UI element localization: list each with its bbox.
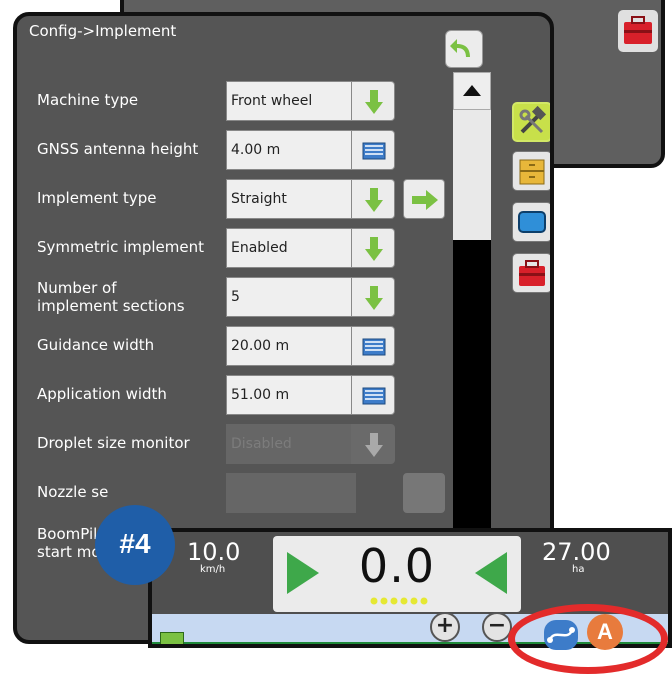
implement-type-value[interactable]: Straight bbox=[226, 179, 356, 219]
application-width-value[interactable]: 51.00 m bbox=[226, 375, 356, 415]
application-width-keyboard-button[interactable] bbox=[351, 375, 395, 415]
down-arrow-icon bbox=[365, 433, 383, 457]
row-label-line1: Number of bbox=[37, 279, 117, 297]
machine-type-dropdown-button[interactable] bbox=[351, 81, 395, 121]
zoom-in-button[interactable]: + bbox=[430, 612, 460, 642]
back-arrow-icon bbox=[450, 39, 470, 57]
row-label: Implement type bbox=[37, 189, 157, 207]
back-button[interactable] bbox=[445, 30, 483, 68]
row-nozzle-selection: Nozzle se bbox=[17, 471, 457, 515]
toolbox-button[interactable] bbox=[512, 253, 550, 293]
droplet-size-monitor-value: Disabled bbox=[226, 424, 356, 464]
up-triangle-icon bbox=[463, 85, 481, 96]
row-gnss-antenna-height: GNSS antenna height 4.00 m bbox=[17, 128, 457, 172]
speed-unit: km/h bbox=[200, 564, 226, 575]
tools-button[interactable] bbox=[512, 102, 550, 142]
screen-icon bbox=[518, 211, 546, 233]
row-application-width: Application width 51.00 m bbox=[17, 373, 457, 417]
gnss-antenna-height-keyboard-button[interactable] bbox=[351, 130, 395, 170]
lightbar: 0.0 bbox=[273, 536, 521, 612]
row-label: Droplet size monitor bbox=[37, 434, 190, 452]
guidance-width-keyboard-button[interactable] bbox=[351, 326, 395, 366]
implement-type-next-button[interactable] bbox=[403, 179, 445, 219]
row-label: Guidance width bbox=[37, 336, 155, 354]
speed-value: 10.0 bbox=[187, 538, 241, 566]
file-cabinet-icon bbox=[519, 159, 545, 185]
row-symmetric-implement: Symmetric implement Enabled bbox=[17, 226, 457, 270]
scrollbar-thumb[interactable] bbox=[453, 90, 491, 240]
steer-left-icon bbox=[475, 552, 507, 594]
row-droplet-size-monitor: Droplet size monitor Disabled bbox=[17, 422, 457, 466]
guidance-width-value[interactable]: 20.00 m bbox=[226, 326, 356, 366]
nozzle-selection-next-button bbox=[403, 473, 445, 513]
down-arrow-icon bbox=[365, 286, 383, 310]
area-unit: ha bbox=[572, 564, 585, 575]
machine-type-value[interactable]: Front wheel bbox=[226, 81, 356, 121]
down-arrow-icon bbox=[365, 90, 383, 114]
callout-badge: #4 bbox=[95, 505, 175, 585]
keyboard-icon bbox=[362, 387, 386, 405]
scroll-up-button[interactable] bbox=[453, 72, 491, 110]
gnss-antenna-height-value[interactable]: 4.00 m bbox=[226, 130, 356, 170]
down-arrow-icon bbox=[365, 188, 383, 212]
data-button[interactable] bbox=[512, 151, 550, 191]
lightbar-leds bbox=[370, 597, 428, 605]
implement-type-dropdown-button[interactable] bbox=[351, 179, 395, 219]
right-arrow-icon bbox=[412, 190, 438, 210]
toolbox-button-background[interactable] bbox=[618, 10, 658, 52]
toolbox-icon bbox=[519, 260, 545, 286]
nozzle-selection-value bbox=[226, 473, 356, 513]
down-arrow-icon bbox=[365, 237, 383, 261]
row-label: GNSS antenna height bbox=[37, 140, 199, 158]
row-number-of-implement-sections: Number of implement sections 5 bbox=[17, 275, 457, 319]
row-guidance-width: Guidance width 20.00 m bbox=[17, 324, 457, 368]
row-label: Symmetric implement bbox=[37, 238, 205, 256]
row-label-line2: implement sections bbox=[37, 297, 185, 315]
droplet-size-monitor-dropdown-button bbox=[351, 424, 395, 464]
row-label: Nozzle se bbox=[37, 483, 109, 501]
symmetric-implement-dropdown-button[interactable] bbox=[351, 228, 395, 268]
keyboard-icon bbox=[362, 338, 386, 356]
symmetric-implement-value[interactable]: Enabled bbox=[226, 228, 356, 268]
implement-sections-dropdown-button[interactable] bbox=[351, 277, 395, 317]
hammer-wrench-icon bbox=[519, 105, 547, 134]
implement-sections-value[interactable]: 5 bbox=[226, 277, 356, 317]
keyboard-icon bbox=[362, 142, 386, 160]
row-label: Number of implement sections bbox=[37, 279, 185, 315]
row-label: Application width bbox=[37, 385, 167, 403]
page-title: Config->Implement bbox=[29, 22, 177, 40]
vehicle-view-icon[interactable] bbox=[160, 632, 184, 644]
row-machine-type: Machine type Front wheel bbox=[17, 79, 457, 123]
row-label: Machine type bbox=[37, 91, 139, 109]
row-implement-type: Implement type Straight bbox=[17, 177, 457, 221]
display-button[interactable] bbox=[512, 202, 550, 242]
area-value: 27.00 bbox=[542, 538, 611, 566]
toolbox-icon bbox=[624, 16, 652, 44]
highlight-ring bbox=[508, 604, 668, 674]
